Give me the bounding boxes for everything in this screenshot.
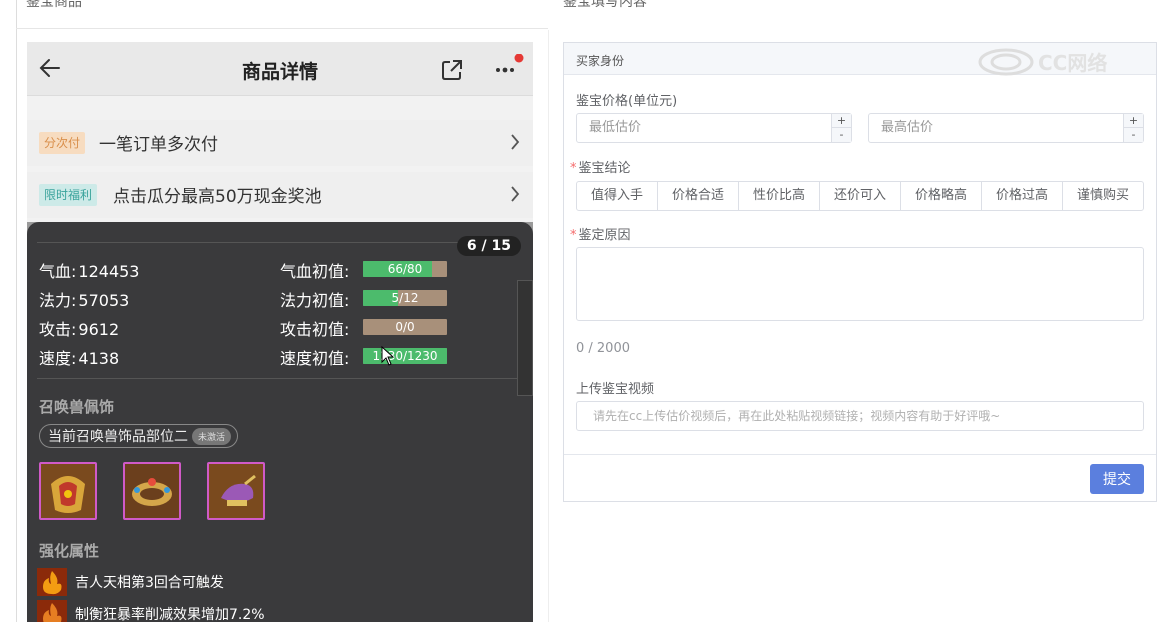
- top-divider: [16, 28, 548, 29]
- conclusion-option[interactable]: 价格略高: [900, 182, 981, 210]
- stat-hp: 气血: 124453: [39, 258, 139, 282]
- min-price-input[interactable]: 最低估价 + -: [576, 113, 852, 143]
- svg-text:CC网络: CC网络: [1038, 51, 1107, 75]
- stat-value: 4138: [78, 349, 120, 368]
- char-counter: 0 / 2000: [576, 341, 630, 356]
- appraisal-form: 买家身份 CC网络 鉴宝价格(单位元) 最低估价 + - 最高估价 + - * 鉴…: [563, 42, 1157, 502]
- video-label: 上传鉴宝视频: [576, 382, 655, 397]
- min-price-stepper[interactable]: + -: [831, 114, 851, 142]
- fire-skill-icon: [37, 600, 67, 622]
- divider: [37, 242, 517, 243]
- stat-label: 攻击:: [39, 320, 77, 339]
- bar-text: 66/80: [387, 262, 423, 276]
- required-mark: *: [570, 161, 577, 176]
- accessory-item[interactable]: [123, 462, 181, 520]
- accessory-slot-pill[interactable]: 当前召唤兽饰品部位二 未激活: [39, 424, 239, 448]
- chevron-right-icon: [511, 186, 520, 202]
- bar-text: 5/12: [391, 291, 419, 305]
- enhance-row: 制衡狂暴率削减效果增加7.2%: [37, 600, 265, 622]
- phone-preview: 商品详情 分次付 一笔订单多次付 限时福利 点击瓜分最高50万现金奖池 6 / …: [27, 42, 533, 622]
- speed-init-bar: 1230/1230: [363, 348, 447, 364]
- stat-speed-init-label: 速度初值:: [280, 349, 350, 368]
- min-price-placeholder: 最低估价: [589, 120, 642, 135]
- video-link-placeholder: 请先在cc上传估价视频后，再在此处粘贴视频链接；视频内容有助于好评哦~: [593, 409, 1001, 423]
- decrement-button[interactable]: -: [1124, 128, 1143, 142]
- buyer-identity-label: 买家身份: [576, 54, 625, 68]
- price-label: 鉴宝价格(单位元): [576, 94, 678, 109]
- stat-value: 9612: [78, 320, 120, 339]
- divider: [37, 378, 517, 379]
- left-border: [16, 0, 17, 622]
- promo-text: 点击瓜分最高50万现金奖池: [113, 187, 322, 207]
- promo-tag: 限时福利: [39, 184, 98, 206]
- stat-hp-init-label: 气血初值:: [280, 262, 350, 281]
- inactive-badge: 未激活: [192, 427, 232, 445]
- stat-label: 速度:: [39, 349, 77, 368]
- decrement-button[interactable]: -: [832, 128, 851, 142]
- column-divider: [548, 30, 549, 622]
- mouse-cursor-icon: [381, 346, 395, 366]
- watermark-logo: CC网络: [978, 48, 1107, 76]
- left-column-title: 鉴宝商品: [26, 0, 82, 10]
- bar-text: 1230/1230: [372, 349, 438, 363]
- promo-installment[interactable]: 分次付 一笔订单多次付: [27, 120, 533, 166]
- chevron-right-icon: [511, 134, 520, 150]
- conclusion-option[interactable]: 价格合适: [657, 182, 738, 210]
- submit-button[interactable]: 提交: [1090, 464, 1144, 494]
- pet-detail-overlay: 6 / 15 气血: 124453 气血初值: 66/80 法力: 57053 法力…: [27, 222, 533, 622]
- enhance-section-title: 强化属性: [39, 542, 100, 560]
- promo-benefit[interactable]: 限时福利 点击瓜分最高50万现金奖池: [27, 172, 533, 218]
- increment-button[interactable]: +: [832, 114, 851, 128]
- conclusion-option[interactable]: 价格过高: [981, 182, 1062, 210]
- armor-item-icon: [41, 464, 95, 518]
- accessory-pill-label: 当前召唤兽饰品部位二: [48, 429, 188, 445]
- reason-textarea[interactable]: [576, 247, 1144, 321]
- enhance-row: 吉人天相第3回合可触发: [37, 568, 224, 596]
- enhance-text: 制衡狂暴率削减效果增加7.2%: [75, 607, 265, 622]
- hp-init-bar: 66/80: [363, 261, 447, 277]
- scrollbar[interactable]: [517, 280, 533, 396]
- conclusion-option[interactable]: 谨慎购买: [1062, 182, 1143, 210]
- stat-label: 气血:: [39, 262, 77, 281]
- share-icon[interactable]: [440, 58, 464, 82]
- accessory-item[interactable]: [207, 462, 265, 520]
- conclusion-option[interactable]: 还价可入: [819, 182, 900, 210]
- page-indicator: 6 / 15: [456, 236, 521, 256]
- mp-init-bar: 5/12: [363, 290, 447, 306]
- conclusion-label: * 鉴宝结论: [570, 161, 631, 176]
- lamp-item-icon: [209, 464, 263, 518]
- notification-dot-icon: [514, 54, 524, 63]
- conclusion-option[interactable]: 性价比高: [738, 182, 819, 210]
- enhance-text: 吉人天相第3回合可触发: [75, 575, 224, 591]
- stat-value: 57053: [78, 291, 130, 310]
- reason-label: * 鉴定原因: [570, 228, 631, 243]
- max-price-placeholder: 最高估价: [881, 120, 934, 135]
- promo-tag: 分次付: [39, 132, 86, 154]
- stat-label: 法力:: [39, 291, 77, 310]
- crown-item-icon: [125, 464, 179, 518]
- max-price-stepper[interactable]: + -: [1123, 114, 1143, 142]
- required-mark: *: [570, 228, 577, 243]
- accessory-item[interactable]: [39, 462, 97, 520]
- stat-value: 124453: [78, 262, 140, 281]
- attack-init-bar: 0/0: [363, 319, 447, 335]
- video-link-input[interactable]: 请先在cc上传估价视频后，再在此处粘贴视频链接；视频内容有助于好评哦~: [576, 401, 1144, 431]
- conclusion-options: 值得入手 价格合适 性价比高 还价可入 价格略高 价格过高 谨慎购买: [576, 181, 1144, 211]
- promo-text: 一笔订单多次付: [99, 135, 218, 155]
- stat-attack-init-label: 攻击初值:: [280, 320, 350, 339]
- stat-attack: 攻击: 9612: [39, 316, 119, 340]
- fire-skill-icon: [37, 568, 67, 596]
- stat-speed: 速度: 4138: [39, 345, 119, 369]
- phone-navbar: 商品详情: [27, 42, 533, 96]
- increment-button[interactable]: +: [1124, 114, 1143, 128]
- conclusion-option[interactable]: 值得入手: [577, 182, 657, 210]
- stat-mp-init-label: 法力初值:: [280, 291, 350, 310]
- accessory-section-title: 召唤兽佩饰: [39, 398, 115, 416]
- bar-text: 0/0: [395, 320, 415, 334]
- stat-mp: 法力: 57053: [39, 287, 129, 311]
- more-dots-icon[interactable]: [492, 54, 524, 82]
- divider: [564, 454, 1156, 455]
- right-column-title: 鉴宝填写内容: [563, 0, 647, 10]
- max-price-input[interactable]: 最高估价 + -: [868, 113, 1144, 143]
